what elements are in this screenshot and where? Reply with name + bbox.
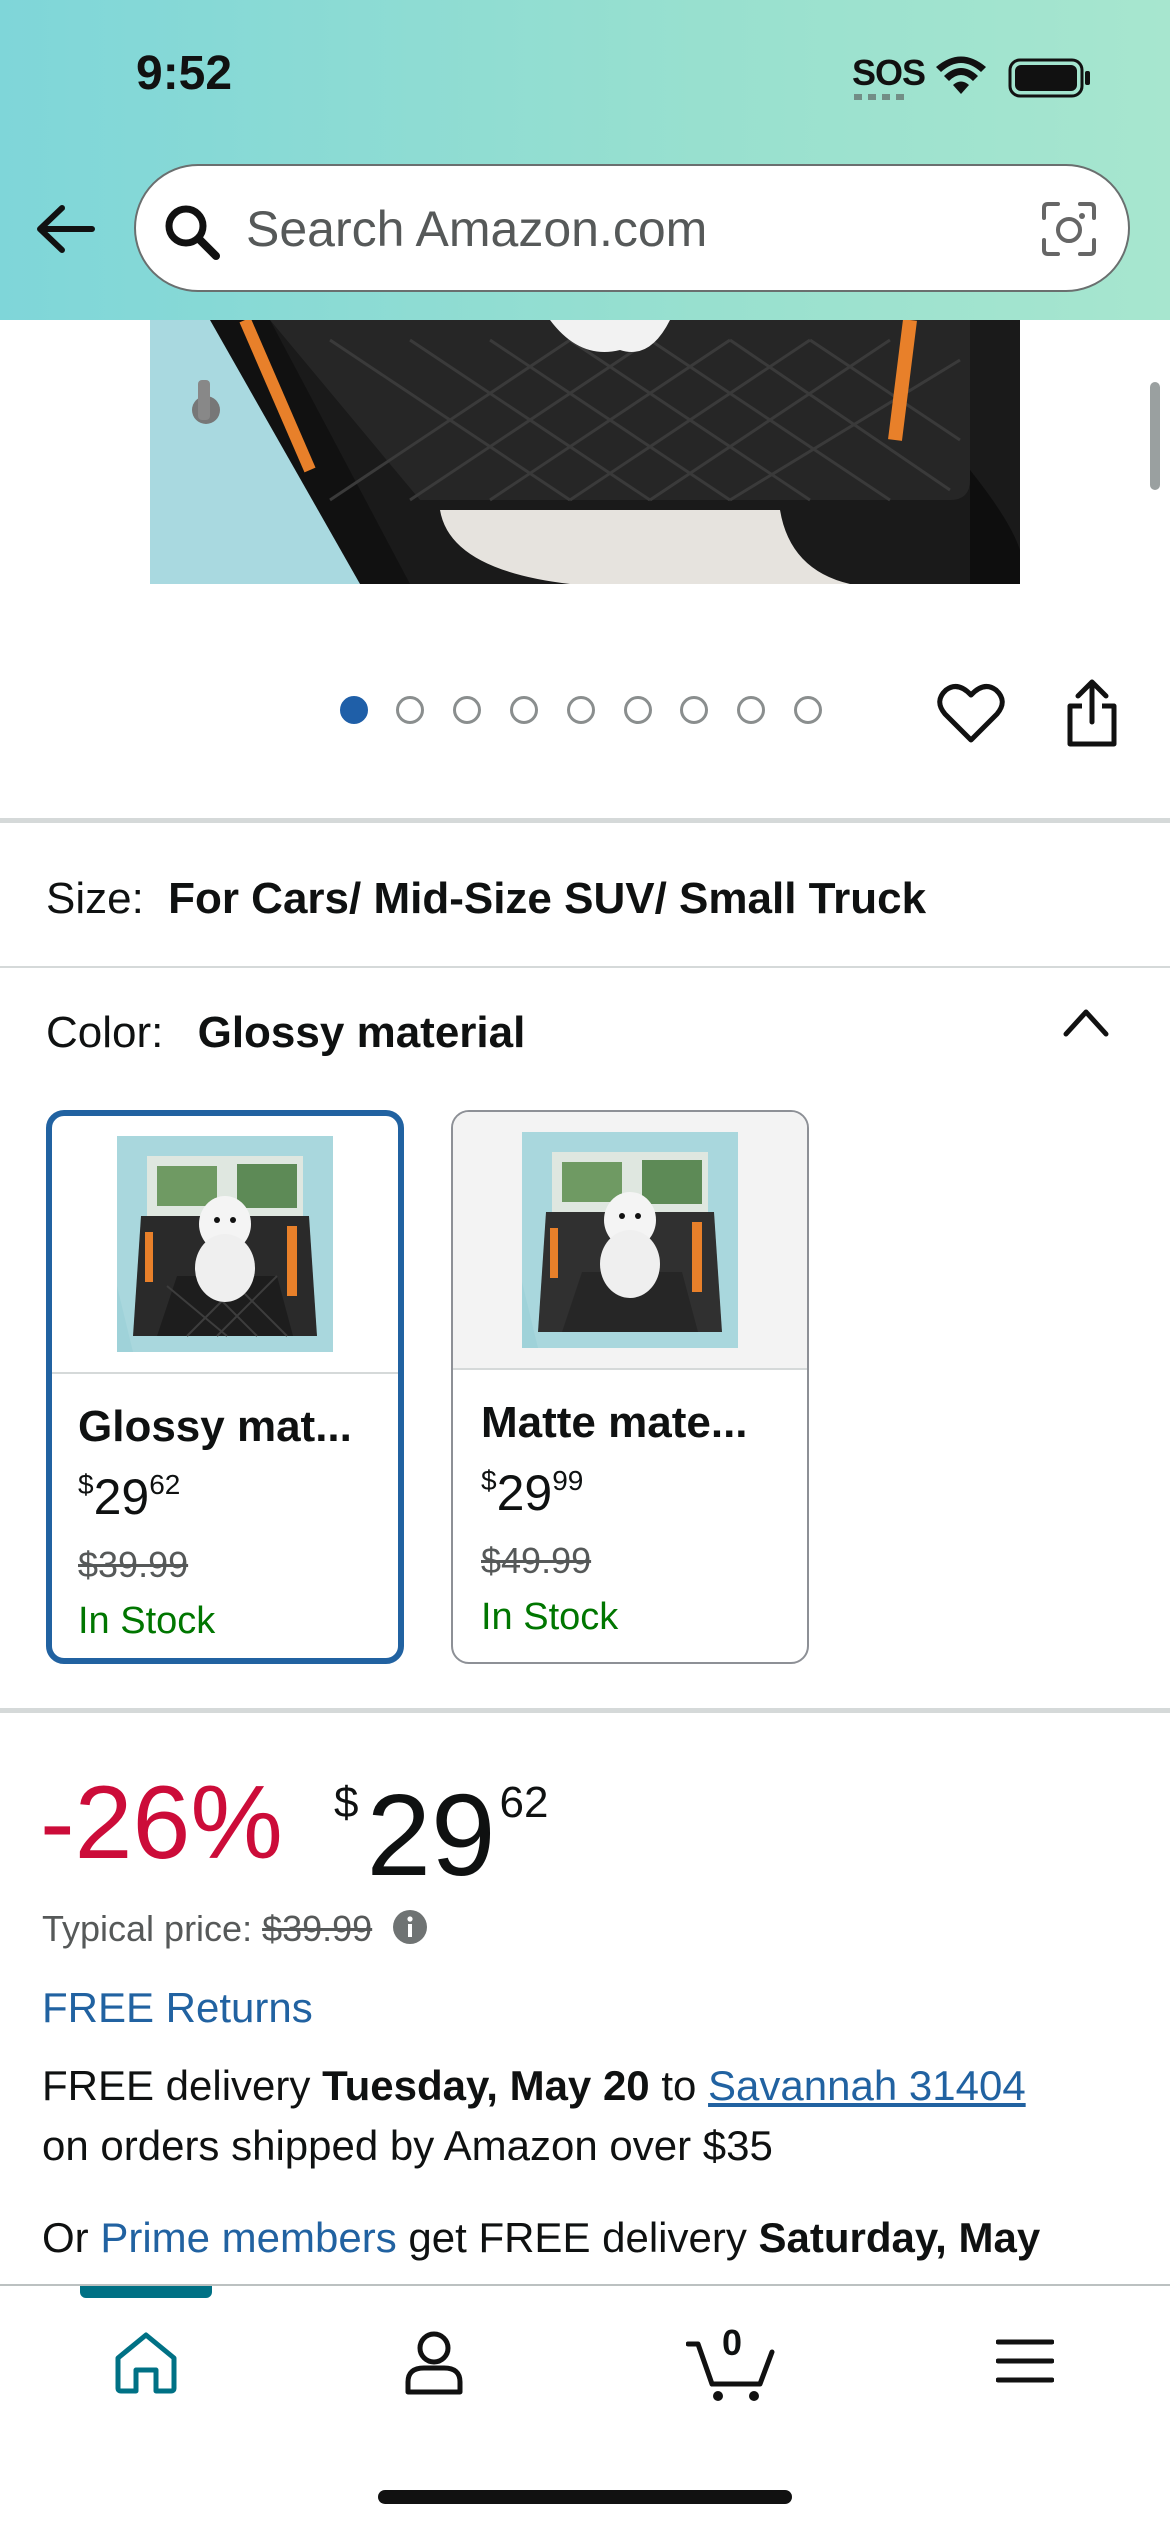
- page-dot-1[interactable]: [340, 696, 368, 724]
- price-symbol: $: [481, 1465, 497, 1496]
- header: 9:52 SOS: [0, 0, 1170, 320]
- cart-icon: [686, 2341, 775, 2401]
- swatch-list-price: $49.99: [481, 1540, 592, 1581]
- price-whole: 29: [93, 1469, 150, 1525]
- swatch-image-area: [52, 1116, 398, 1374]
- delivery-suffix: on orders shipped by Amazon over $35: [42, 2122, 773, 2169]
- current-price: $2962: [334, 1768, 548, 1902]
- scrollbar[interactable]: [1150, 382, 1160, 490]
- page-dot-3[interactable]: [453, 696, 481, 724]
- signal-dots: [854, 94, 910, 100]
- swatch-price: $2962: [78, 1468, 180, 1526]
- prime-delivery-info: Or Prime members get FREE delivery Satur…: [42, 2214, 1152, 2262]
- swatch-price: $2999: [481, 1464, 583, 1522]
- chevron-up-icon[interactable]: [1060, 1004, 1112, 1040]
- active-tab-indicator: [80, 2286, 212, 2298]
- prime-members-link[interactable]: Prime members: [100, 2214, 396, 2261]
- discount-percent: -26%: [40, 1765, 283, 1881]
- price-cents: 62: [499, 1778, 549, 1827]
- home-indicator[interactable]: [378, 2490, 792, 2504]
- page-dot-4[interactable]: [510, 696, 538, 724]
- prime-middle: get FREE delivery: [408, 2214, 747, 2261]
- section-divider: [0, 1708, 1170, 1713]
- size-label: Size:: [46, 874, 144, 923]
- swatch-separator: [453, 1368, 807, 1370]
- delivery-location-link[interactable]: Savannah 31404: [708, 2062, 1026, 2109]
- search-icon: [165, 205, 220, 260]
- swatch-thumbnail: [522, 1132, 738, 1348]
- size-value: For Cars/ Mid-Size SUV/ Small Truck: [168, 874, 927, 923]
- color-value: Glossy material: [197, 1008, 526, 1057]
- color-option-matte[interactable]: Matte mate... $2999 $49.99 In Stock: [451, 1110, 809, 1664]
- heart-icon[interactable]: [936, 682, 1006, 746]
- product-photo: [150, 320, 1020, 584]
- page-dot-7[interactable]: [680, 696, 708, 724]
- page-dot-5[interactable]: [567, 696, 595, 724]
- divider: [0, 966, 1170, 968]
- menu-icon[interactable]: [996, 2338, 1054, 2384]
- swatch-stock-status: In Stock: [78, 1600, 216, 1642]
- status-time: 9:52: [136, 47, 233, 100]
- delivery-to: to: [661, 2062, 697, 2109]
- delivery-info: FREE delivery Tuesday, May 20 to Savanna…: [42, 2056, 1142, 2176]
- prime-prefix: Or: [42, 2214, 89, 2261]
- delivery-date: Tuesday, May 20: [322, 2062, 650, 2109]
- battery-icon: [1008, 58, 1090, 98]
- sos-indicator: SOS: [852, 52, 926, 93]
- swatch-thumbnail: [117, 1136, 333, 1352]
- swatch-image-area: [453, 1112, 807, 1370]
- price-cents: 62: [149, 1469, 181, 1500]
- swatch-stock-status: In Stock: [481, 1596, 619, 1638]
- swatch-separator: [52, 1372, 398, 1374]
- camera-search-icon[interactable]: [1040, 200, 1098, 258]
- info-icon[interactable]: [392, 1909, 428, 1945]
- size-selector[interactable]: Size: For Cars/ Mid-Size SUV/ Small Truc…: [46, 874, 926, 924]
- color-option-glossy[interactable]: Glossy mat... $2962 $39.99 In Stock: [46, 1110, 404, 1664]
- home-icon[interactable]: [112, 2330, 180, 2394]
- page-dot-8[interactable]: [737, 696, 765, 724]
- share-icon[interactable]: [1064, 678, 1120, 748]
- section-divider: [0, 818, 1170, 823]
- typical-price-label: Typical price:: [42, 1908, 253, 1949]
- cart-button[interactable]: 0: [686, 2322, 776, 2401]
- page-dot-2[interactable]: [396, 696, 424, 724]
- price-cents: 99: [552, 1465, 584, 1496]
- typical-price: Typical price: $39.99: [42, 1908, 428, 1950]
- search-input[interactable]: [246, 196, 946, 262]
- price-symbol: $: [78, 1469, 94, 1500]
- account-icon[interactable]: [404, 2330, 464, 2396]
- wifi-icon: [936, 56, 986, 94]
- free-returns-link[interactable]: FREE Returns: [42, 1984, 313, 2032]
- color-label: Color:: [46, 1008, 164, 1057]
- swatch-name: Glossy mat...: [78, 1402, 352, 1451]
- page-dot-9[interactable]: [794, 696, 822, 724]
- product-image[interactable]: [150, 320, 1020, 584]
- color-selector-header[interactable]: Color: Glossy material: [46, 1008, 525, 1058]
- delivery-prefix: FREE delivery: [42, 2062, 311, 2109]
- prime-date: Saturday, May: [758, 2214, 1041, 2261]
- swatch-list-price: $39.99: [78, 1544, 189, 1585]
- page-dot-6[interactable]: [624, 696, 652, 724]
- price-whole: 29: [496, 1465, 553, 1521]
- typical-price-value: $39.99: [262, 1908, 373, 1949]
- swatch-name: Matte mate...: [481, 1398, 748, 1447]
- price-whole: 29: [366, 1770, 496, 1900]
- price-symbol: $: [334, 1778, 359, 1827]
- back-arrow-icon[interactable]: [34, 198, 96, 260]
- search-bar[interactable]: [134, 164, 1130, 292]
